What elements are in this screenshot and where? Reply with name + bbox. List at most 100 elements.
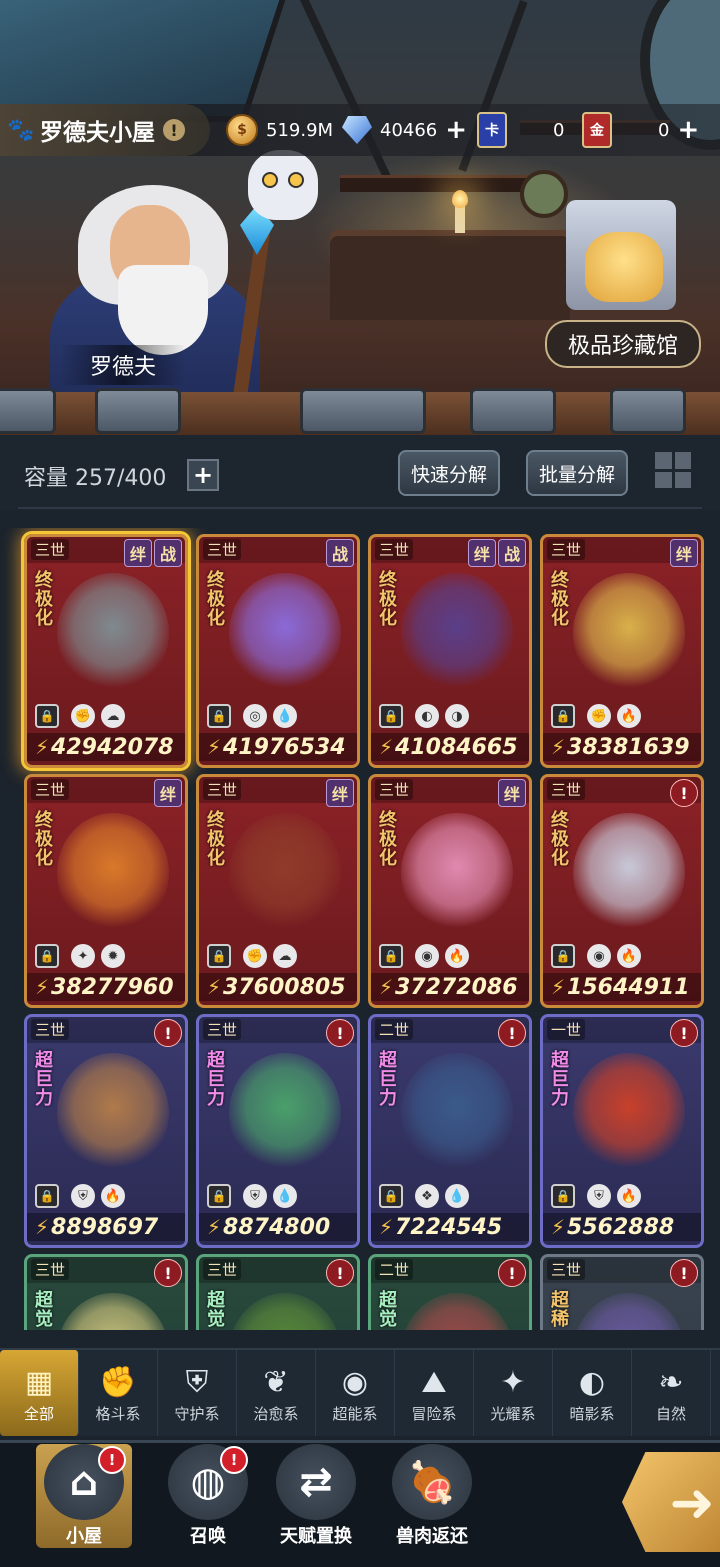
pet-card[interactable]: 三世 绊战终极化 🔒 ◐ ◑ ⚡ 41084665 [368, 534, 532, 768]
add-crystal-button[interactable]: + [445, 115, 467, 145]
pet-card-grid: 三世绊战终极化 🔒 ✊ ☁ ⚡ 42942078 三世战终极化 🔒 ◎ 💧 ⚡ 41976534 三世绊… [0, 528, 720, 1330]
nav-button[interactable]: ⌂ 小屋! [36, 1444, 132, 1548]
generation-label: 一世 [547, 1019, 586, 1040]
nav-button[interactable]: ◍ 召唤! [158, 1444, 258, 1548]
pet-card[interactable]: 二世! 超巨力 🔒 ❖ 💧 ⚡ 7224545 [368, 1014, 532, 1248]
nav-button[interactable]: ⇄ 天赋置换 [266, 1444, 366, 1548]
lock-icon[interactable]: 🔒 [551, 704, 575, 728]
category-tab[interactable]: ⛰ 冒险系 [395, 1350, 474, 1436]
power-value: 42942078 [51, 734, 174, 760]
pet-card[interactable]: 三世! 超巨力 🔒 ⛨ 💧 ⚡ 8874800 [196, 1014, 360, 1248]
evolution-tag: 超觉 [35, 1290, 53, 1330]
pet-card[interactable]: 三世! 超巨力 🔒 ⛨ 🔥 ⚡ 8898697 [24, 1014, 188, 1248]
grid-cell [674, 452, 691, 469]
pet-card[interactable]: 三世! 超觉 [24, 1254, 188, 1330]
card-icons: 🔒 ✊ ☁ [199, 943, 357, 969]
category-tab[interactable]: ❧ 自然 [632, 1350, 711, 1436]
power-value: 37272086 [395, 974, 518, 1000]
power-row: ⚡ 7224545 [371, 1213, 529, 1241]
element-icon: ◑ [445, 704, 469, 728]
power-icon: ⚡ [35, 735, 50, 759]
lock-icon[interactable]: 🔒 [551, 944, 575, 968]
category-tab[interactable]: ✦ 光耀系 [474, 1350, 553, 1436]
pet-artwork [573, 1293, 685, 1330]
lock-icon[interactable]: 🔒 [551, 1184, 575, 1208]
category-icon: ✦ [500, 1364, 526, 1400]
pet-card[interactable]: 二世! 超觉 [368, 1254, 532, 1330]
power-icon: ⚡ [207, 735, 222, 759]
category-tab[interactable]: ❦ 治愈系 [237, 1350, 316, 1436]
lock-icon[interactable]: 🔒 [379, 944, 403, 968]
power-value: 7224545 [395, 1214, 503, 1240]
lock-icon[interactable]: 🔒 [35, 944, 59, 968]
generation-label: 三世 [31, 1019, 70, 1040]
pet-artwork [401, 573, 513, 693]
element-icon: ☁ [273, 944, 297, 968]
pet-card[interactable]: 三世 绊终极化 🔒 ✊ ☁ ⚡ 37600805 [196, 774, 360, 1008]
info-icon[interactable]: ! [163, 119, 185, 141]
lock-icon[interactable]: 🔒 [207, 944, 231, 968]
quick-decompose-button[interactable]: 快速分解 [398, 450, 500, 496]
golden-cat-statue[interactable] [585, 232, 663, 302]
category-tab[interactable]: ◉ 超能系 [316, 1350, 395, 1436]
stone-block [0, 388, 56, 434]
evolution-tag: 终极化 [379, 570, 397, 629]
pet-card[interactable]: 三世! 终极化 🔒 ◉ 🔥 ⚡ 15644911 [540, 774, 704, 1008]
card-badges: ! [498, 1019, 526, 1047]
pet-card[interactable]: 一世! 超巨力 🔒 ⛨ 🔥 ⚡ 5562888 [540, 1014, 704, 1248]
power-value: 38277960 [51, 974, 174, 1000]
evolution-tag: 超巨力 [551, 1050, 569, 1109]
pet-card[interactable]: 三世 绊战终极化 🔒 ✊ ☁ ⚡ 42942078 [24, 534, 188, 768]
blue-card-count: 0 [553, 119, 565, 141]
category-label: 自然 [655, 1404, 686, 1423]
trait-badge: 绊 [670, 539, 698, 567]
category-tab[interactable]: ▦ 全部 [0, 1350, 79, 1436]
power-icon: ⚡ [379, 1215, 394, 1239]
lock-icon[interactable]: 🔒 [207, 1184, 231, 1208]
lock-icon[interactable]: 🔒 [379, 1184, 403, 1208]
element-icon: ✹ [101, 944, 125, 968]
lock-icon[interactable]: 🔒 [35, 1184, 59, 1208]
card-badges: ! [670, 1259, 698, 1287]
grid-view-toggle[interactable] [655, 452, 691, 488]
grid-cell [655, 471, 672, 488]
lock-icon[interactable]: 🔒 [207, 704, 231, 728]
generation-label: 三世 [203, 779, 242, 800]
category-icon: ◉ [341, 1364, 369, 1400]
element-icon: ◐ [415, 704, 439, 728]
element-icon: 🔥 [101, 1184, 125, 1208]
card-icons: 🔒 ❖ 💧 [371, 1183, 529, 1209]
power-row: ⚡ 41084665 [371, 733, 529, 761]
expand-capacity-button[interactable]: + [187, 459, 219, 491]
category-tab[interactable]: ⛨ 守护系 [158, 1350, 237, 1436]
element-icon: 🔥 [617, 944, 641, 968]
pet-card[interactable]: 三世 绊终极化 🔒 ✊ 🔥 ⚡ 38381639 [540, 534, 704, 768]
pet-card[interactable]: 三世 战终极化 🔒 ◎ 💧 ⚡ 41976534 [196, 534, 360, 768]
element-icon: 💧 [445, 1184, 469, 1208]
add-card-button[interactable]: + [677, 115, 699, 145]
lock-icon[interactable]: 🔒 [35, 704, 59, 728]
nav-button[interactable]: 🍖 兽肉返还 [382, 1444, 482, 1548]
pet-card[interactable]: 三世 绊终极化 🔒 ◉ 🔥 ⚡ 37272086 [368, 774, 532, 1008]
candle [455, 205, 465, 233]
category-icon: ▦ [24, 1364, 54, 1400]
generation-label: 三世 [31, 539, 70, 560]
category-tab[interactable]: ✊ 格斗系 [79, 1350, 158, 1436]
card-icons: 🔒 ◎ 💧 [199, 703, 357, 729]
batch-decompose-button[interactable]: 批量分解 [526, 450, 628, 496]
card-badges: ! [670, 779, 698, 807]
lock-icon[interactable]: 🔒 [379, 704, 403, 728]
generation-label: 三世 [203, 1259, 242, 1280]
pet-artwork [229, 573, 341, 693]
pet-card[interactable]: 三世! 超觉 [196, 1254, 360, 1330]
pet-card[interactable]: 三世 绊终极化 🔒 ✦ ✹ ⚡ 38277960 [24, 774, 188, 1008]
museum-button[interactable]: 极品珍藏馆 [545, 320, 701, 368]
card-badges: ! [154, 1259, 182, 1287]
pet-artwork [573, 573, 685, 693]
card-icons: 🔒 ◉ 🔥 [371, 943, 529, 969]
category-tab[interactable]: ◐ 暗影系 [553, 1350, 632, 1436]
power-row: ⚡ 8898697 [27, 1213, 185, 1241]
npc-name: 罗德夫 [60, 345, 187, 385]
pet-card[interactable]: 三世! 超稀 [540, 1254, 704, 1330]
alert-icon: ! [154, 1259, 182, 1287]
